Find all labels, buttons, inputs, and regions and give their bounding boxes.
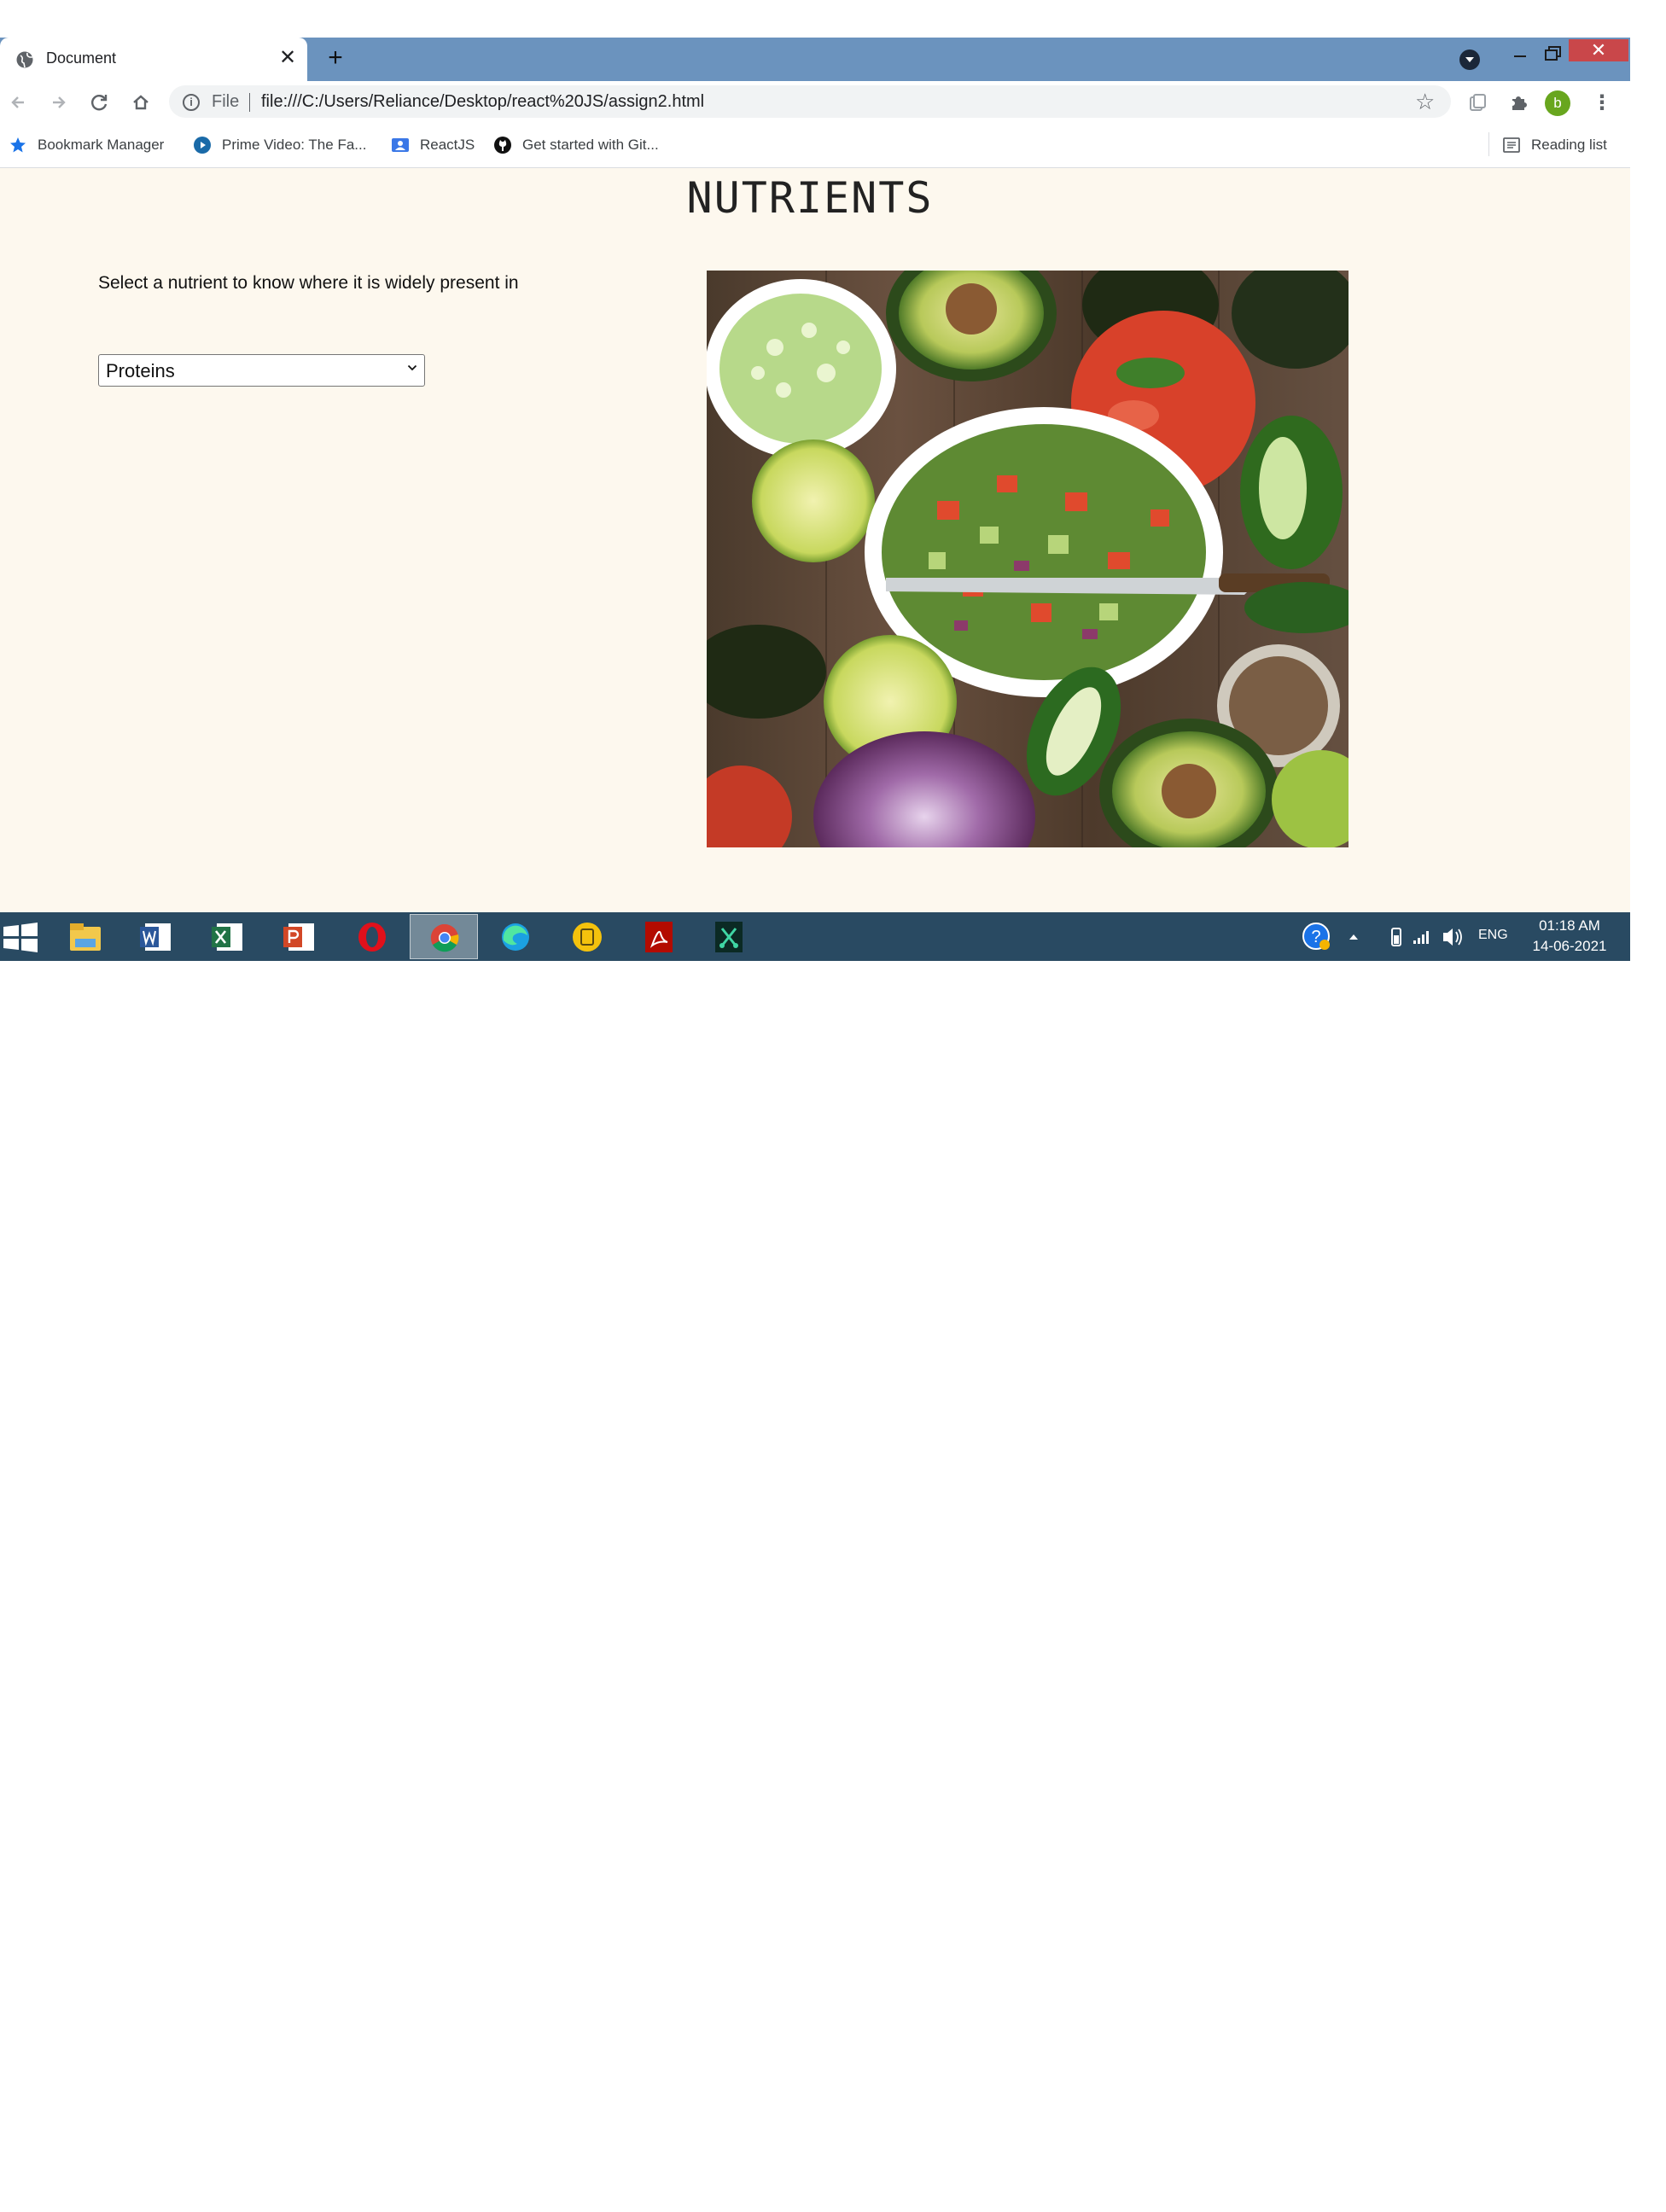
help-icon[interactable]: ? xyxy=(1301,912,1331,961)
tab-document[interactable]: Document ✕ xyxy=(0,38,307,81)
taskbar-excel[interactable] xyxy=(193,914,261,959)
edge-icon xyxy=(502,923,529,951)
folder-icon xyxy=(70,923,101,951)
volume-icon[interactable] xyxy=(1439,912,1465,961)
taskbar-powerpoint[interactable] xyxy=(265,914,333,959)
bookmarks-divider xyxy=(1488,132,1489,156)
globe-icon xyxy=(16,51,33,68)
tab-strip: Document ✕ + ✕ xyxy=(0,38,1630,81)
signal-icon[interactable] xyxy=(1410,912,1432,961)
bookmark-label: Prime Video: The Fa... xyxy=(222,137,367,153)
tab-close-icon[interactable]: ✕ xyxy=(277,47,299,69)
bookmark-label: Get started with Git... xyxy=(522,137,659,153)
browser-menu-icon[interactable]: ⋮ xyxy=(1589,90,1615,116)
restore-button[interactable] xyxy=(1536,41,1565,65)
nutrient-select-value: Proteins xyxy=(106,360,175,381)
new-tab-button[interactable]: + xyxy=(323,45,348,71)
powerpoint-icon xyxy=(283,923,314,951)
svg-text:?: ? xyxy=(1311,928,1320,946)
site-info-icon[interactable]: i xyxy=(183,94,200,111)
nutrient-select[interactable]: Proteins xyxy=(98,354,425,387)
acrobat-icon xyxy=(645,922,673,952)
browser-toolbar: i File file:///C:/Users/Reliance/Desktop… xyxy=(0,81,1630,124)
star-icon xyxy=(10,137,26,153)
taskbar-edge[interactable] xyxy=(481,914,550,959)
snip-icon xyxy=(715,922,743,952)
github-icon xyxy=(494,137,511,154)
windows-start-icon[interactable] xyxy=(0,912,48,961)
play-icon xyxy=(194,137,211,154)
tray-expand-icon[interactable] xyxy=(1345,912,1362,961)
reading-list-label: Reading list xyxy=(1531,137,1607,153)
clock-date: 14-06-2021 xyxy=(1532,938,1607,954)
taskbar-clock[interactable]: 01:18 AM 14-06-2021 xyxy=(1523,916,1616,957)
page-title: NUTRIENTS xyxy=(686,173,934,223)
files-icon xyxy=(573,923,602,952)
food-salad-image xyxy=(707,271,1349,847)
taskbar-file-explorer[interactable] xyxy=(51,914,119,959)
reading-list-icon xyxy=(1503,137,1520,153)
address-bar[interactable]: i File file:///C:/Users/Reliance/Desktop… xyxy=(169,85,1451,118)
window-close-button[interactable]: ✕ xyxy=(1569,39,1628,61)
taskbar-acrobat[interactable] xyxy=(625,914,693,959)
extensions-puzzle-icon[interactable] xyxy=(1507,91,1529,114)
taskbar-opera[interactable] xyxy=(338,914,406,959)
chevron-down-icon xyxy=(407,364,417,371)
contact-icon xyxy=(392,138,409,152)
instruction-text: Select a nutrient to know where it is wi… xyxy=(98,273,519,293)
taskbar-chrome[interactable] xyxy=(410,914,478,959)
reading-list-button[interactable]: Reading list xyxy=(1502,135,1622,155)
bookmark-star-icon[interactable]: ☆ xyxy=(1415,90,1435,114)
address-divider xyxy=(249,93,250,112)
windows-taskbar: ? ENG 01:18 AM 14-06-2021 xyxy=(0,912,1630,961)
back-arrow-icon[interactable] xyxy=(5,90,31,115)
url-text[interactable]: file:///C:/Users/Reliance/Desktop/react%… xyxy=(261,92,704,112)
tab-title: Document xyxy=(46,49,117,67)
word-icon xyxy=(140,923,171,951)
collections-icon[interactable] xyxy=(1466,91,1488,114)
bookmarks-bar: Bookmark Manager Prime Video: The Fa... … xyxy=(0,124,1630,168)
battery-icon[interactable] xyxy=(1386,912,1407,961)
taskbar-files-go[interactable] xyxy=(553,914,621,959)
bookmark-label: ReactJS xyxy=(420,137,475,153)
language-indicator[interactable]: ENG xyxy=(1478,928,1508,976)
url-scheme-label: File xyxy=(212,92,240,111)
page-content: NUTRIENTS Select a nutrient to know wher… xyxy=(0,168,1630,912)
clock-time: 01:18 AM xyxy=(1539,917,1600,934)
forward-arrow-icon[interactable] xyxy=(46,90,72,115)
chrome-icon xyxy=(430,923,459,952)
home-icon[interactable] xyxy=(128,90,154,115)
taskbar-word[interactable] xyxy=(121,914,189,959)
profile-avatar[interactable]: b xyxy=(1545,90,1570,116)
reload-icon[interactable] xyxy=(87,90,113,115)
bookmark-label: Bookmark Manager xyxy=(38,137,165,153)
screen: Document ✕ + ✕ i File file:///C:/Users/R… xyxy=(0,38,1630,961)
opera-icon xyxy=(358,923,386,952)
excel-icon xyxy=(212,923,242,951)
taskbar-snipping-tool[interactable] xyxy=(695,914,763,959)
minimize-button[interactable] xyxy=(1507,41,1533,65)
tab-search-icon[interactable] xyxy=(1459,49,1480,70)
